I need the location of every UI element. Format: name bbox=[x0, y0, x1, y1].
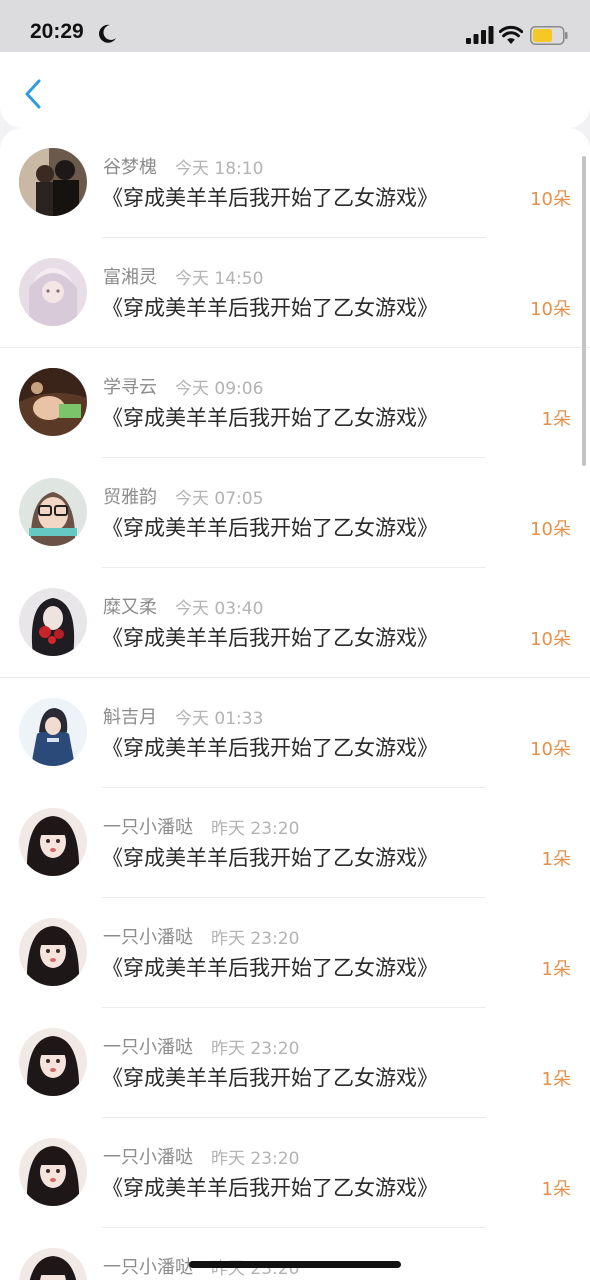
gift-count: 10朵 bbox=[530, 739, 571, 760]
battery-icon bbox=[530, 26, 568, 45]
list-item[interactable]: 一只小潘哒 昨天 23:20 《穿成美羊羊后我开始了乙女游戏》 1朵 bbox=[0, 898, 590, 1008]
gift-count: 1朵 bbox=[541, 1179, 571, 1200]
list-item[interactable]: 一只小潘哒 昨天 23:20 bbox=[0, 1228, 590, 1280]
nav-bar bbox=[0, 52, 590, 128]
list-item[interactable]: 斛吉月 今天 01:33 《穿成美羊羊后我开始了乙女游戏》 10朵 bbox=[0, 678, 590, 788]
list-item[interactable]: 贸雅韵 今天 07:05 《穿成美羊羊后我开始了乙女游戏》 10朵 bbox=[0, 458, 590, 568]
gift-count: 1朵 bbox=[541, 849, 571, 870]
book-title[interactable]: 《穿成美羊羊后我开始了乙女游戏》 bbox=[102, 402, 438, 432]
meta-row: 糜又柔 今天 03:40 bbox=[103, 593, 264, 619]
gift-count: 10朵 bbox=[530, 629, 571, 650]
time-text: 今天 03:40 bbox=[175, 598, 264, 619]
user-name[interactable]: 谷梦槐 bbox=[103, 153, 157, 179]
gift-count: 10朵 bbox=[530, 189, 571, 210]
list-item[interactable]: 一只小潘哒 昨天 23:20 《穿成美羊羊后我开始了乙女游戏》 1朵 bbox=[0, 788, 590, 898]
user-name[interactable]: 斛吉月 bbox=[103, 703, 157, 729]
signal-icon bbox=[466, 26, 494, 44]
user-name[interactable]: 一只小潘哒 bbox=[103, 923, 193, 949]
gift-count: 10朵 bbox=[530, 299, 571, 320]
wifi-icon bbox=[499, 25, 523, 44]
meta-row: 一只小潘哒 昨天 23:20 bbox=[103, 1033, 300, 1059]
user-name[interactable]: 学寻云 bbox=[103, 373, 157, 399]
meta-row: 一只小潘哒 昨天 23:20 bbox=[103, 813, 300, 839]
gift-count: 1朵 bbox=[541, 959, 571, 980]
avatar[interactable] bbox=[19, 808, 87, 876]
avatar[interactable] bbox=[19, 698, 87, 766]
book-title[interactable]: 《穿成美羊羊后我开始了乙女游戏》 bbox=[102, 1062, 438, 1092]
user-name[interactable]: 一只小潘哒 bbox=[103, 1253, 193, 1279]
avatar[interactable] bbox=[19, 258, 87, 326]
meta-row: 一只小潘哒 昨天 23:20 bbox=[103, 923, 300, 949]
avatar[interactable] bbox=[19, 1028, 87, 1096]
user-name[interactable]: 贸雅韵 bbox=[103, 483, 157, 509]
time-text: 昨天 23:20 bbox=[211, 1148, 300, 1169]
book-title[interactable]: 《穿成美羊羊后我开始了乙女游戏》 bbox=[102, 732, 438, 762]
user-name[interactable]: 一只小潘哒 bbox=[103, 1143, 193, 1169]
avatar[interactable] bbox=[19, 1138, 87, 1206]
list-item[interactable]: 糜又柔 今天 03:40 《穿成美羊羊后我开始了乙女游戏》 10朵 bbox=[0, 568, 590, 678]
time-text: 昨天 23:20 bbox=[211, 928, 300, 949]
gift-count: 1朵 bbox=[541, 1069, 571, 1090]
scrollbar[interactable] bbox=[582, 156, 586, 466]
list-item[interactable]: 一只小潘哒 昨天 23:20 《穿成美羊羊后我开始了乙女游戏》 1朵 bbox=[0, 1008, 590, 1118]
avatar[interactable] bbox=[19, 478, 87, 546]
time-text: 昨天 23:20 bbox=[211, 1038, 300, 1059]
meta-row: 谷梦槐 今天 18:10 bbox=[103, 153, 264, 179]
list-item[interactable]: 学寻云 今天 09:06 《穿成美羊羊后我开始了乙女游戏》 1朵 bbox=[0, 348, 590, 458]
meta-row: 贸雅韵 今天 07:05 bbox=[103, 483, 264, 509]
status-bar: 20:29 bbox=[0, 0, 590, 52]
time-text: 今天 14:50 bbox=[175, 268, 264, 289]
status-time: 20:29 bbox=[30, 20, 84, 43]
time-text: 昨天 23:20 bbox=[211, 818, 300, 839]
back-button[interactable] bbox=[18, 76, 48, 112]
book-title[interactable]: 《穿成美羊羊后我开始了乙女游戏》 bbox=[102, 512, 438, 542]
time-text: 今天 07:05 bbox=[175, 488, 264, 509]
time-text: 今天 01:33 bbox=[175, 708, 264, 729]
meta-row: 富湘灵 今天 14:50 bbox=[103, 263, 264, 289]
book-title[interactable]: 《穿成美羊羊后我开始了乙女游戏》 bbox=[102, 292, 438, 322]
user-name[interactable]: 一只小潘哒 bbox=[103, 813, 193, 839]
gift-record-list: 谷梦槐 今天 18:10 《穿成美羊羊后我开始了乙女游戏》 10朵 富湘灵 今天… bbox=[0, 128, 590, 1280]
user-name[interactable]: 富湘灵 bbox=[103, 263, 157, 289]
user-name[interactable]: 糜又柔 bbox=[103, 593, 157, 619]
book-title[interactable]: 《穿成美羊羊后我开始了乙女游戏》 bbox=[102, 182, 438, 212]
time-text: 今天 18:10 bbox=[175, 158, 264, 179]
book-title[interactable]: 《穿成美羊羊后我开始了乙女游戏》 bbox=[102, 842, 438, 872]
chevron-left-icon bbox=[25, 79, 41, 109]
book-title[interactable]: 《穿成美羊羊后我开始了乙女游戏》 bbox=[102, 1172, 438, 1202]
meta-row: 斛吉月 今天 01:33 bbox=[103, 703, 264, 729]
meta-row: 学寻云 今天 09:06 bbox=[103, 373, 264, 399]
avatar[interactable] bbox=[19, 588, 87, 656]
list-item[interactable]: 一只小潘哒 昨天 23:20 《穿成美羊羊后我开始了乙女游戏》 1朵 bbox=[0, 1118, 590, 1228]
home-indicator[interactable] bbox=[189, 1261, 401, 1268]
avatar[interactable] bbox=[19, 368, 87, 436]
book-title[interactable]: 《穿成美羊羊后我开始了乙女游戏》 bbox=[102, 952, 438, 982]
list-item[interactable]: 谷梦槐 今天 18:10 《穿成美羊羊后我开始了乙女游戏》 10朵 bbox=[0, 128, 590, 238]
time-text: 今天 09:06 bbox=[175, 378, 264, 399]
gift-count: 10朵 bbox=[530, 519, 571, 540]
list-item[interactable]: 富湘灵 今天 14:50 《穿成美羊羊后我开始了乙女游戏》 10朵 bbox=[0, 238, 590, 348]
gift-count: 1朵 bbox=[541, 409, 571, 430]
moon-icon bbox=[99, 24, 116, 43]
user-name[interactable]: 一只小潘哒 bbox=[103, 1033, 193, 1059]
avatar[interactable] bbox=[19, 918, 87, 986]
avatar[interactable] bbox=[19, 148, 87, 216]
book-title[interactable]: 《穿成美羊羊后我开始了乙女游戏》 bbox=[102, 622, 438, 652]
meta-row: 一只小潘哒 昨天 23:20 bbox=[103, 1143, 300, 1169]
avatar[interactable] bbox=[19, 1248, 87, 1280]
